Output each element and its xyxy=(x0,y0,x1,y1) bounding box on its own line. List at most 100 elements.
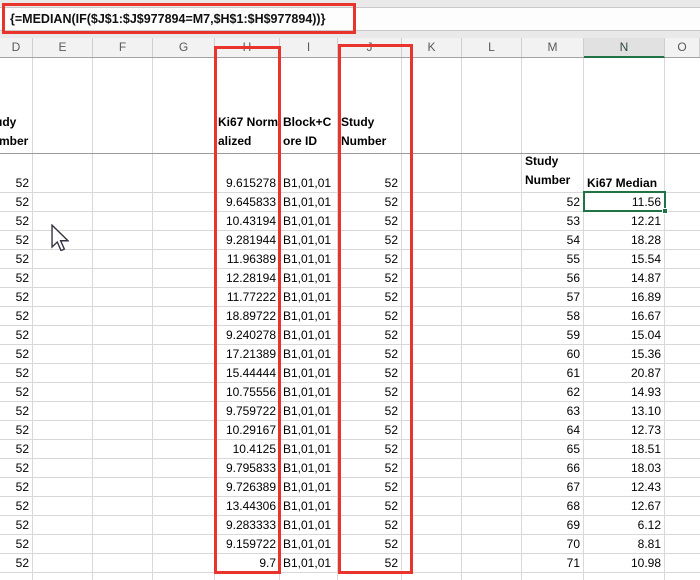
cell-ki67-median[interactable]: 12.67 xyxy=(584,496,665,515)
cell-right-study-number[interactable]: 56 xyxy=(522,268,584,287)
excel-spreadsheet-window: {=MEDIAN(IF($J$1:$J$977894=M7,$H$1:$H$97… xyxy=(0,0,700,580)
cell-right-study-number[interactable]: 58 xyxy=(522,306,584,325)
cell-right-study-number[interactable]: 61 xyxy=(522,363,584,382)
cell-block-core-id[interactable]: B1,01,01 xyxy=(280,477,338,496)
cell-block-core-id[interactable]: B1,01,01 xyxy=(280,439,338,458)
fill-handle[interactable] xyxy=(662,208,668,214)
cell-block-core-id[interactable]: B1,01,01 xyxy=(280,515,338,534)
cell-study-number[interactable]: 52 xyxy=(0,534,33,553)
cell-study-number[interactable]: 52 xyxy=(0,420,33,439)
cell-right-study-number[interactable]: 70 xyxy=(522,534,584,553)
column-header-O[interactable]: O xyxy=(665,38,700,57)
cell-study-number[interactable]: 52 xyxy=(0,249,33,268)
cell-ki67-median[interactable]: 12.43 xyxy=(584,477,665,496)
cell-block-core-id[interactable]: B1,01,01 xyxy=(280,325,338,344)
cell-block-core-id[interactable]: B1,01,01 xyxy=(280,534,338,553)
cell-ki67-median[interactable]: 18.51 xyxy=(584,439,665,458)
cell-study-number[interactable]: 52 xyxy=(0,477,33,496)
cell-ki67-median[interactable]: 14.93 xyxy=(584,382,665,401)
cell-ki67-median[interactable]: 16.89 xyxy=(584,287,665,306)
cell-study-number[interactable]: 52 xyxy=(0,496,33,515)
cell-study-number[interactable]: 52 xyxy=(0,401,33,420)
cell-study-number[interactable]: 52 xyxy=(0,553,33,572)
cell-study-number[interactable]: 52 xyxy=(0,192,33,211)
header-block-core-id[interactable]: Block+Core ID xyxy=(280,58,338,153)
cell-study-number[interactable]: 52 xyxy=(0,230,33,249)
cell-ki67-median[interactable]: 18.28 xyxy=(584,230,665,249)
header-ki67-median[interactable]: Ki67 Median xyxy=(584,153,665,192)
cell-block-core-id[interactable]: B1,01,01 xyxy=(280,553,338,572)
cell-right-study-number[interactable]: 67 xyxy=(522,477,584,496)
cell-ki67-median[interactable]: 10.98 xyxy=(584,553,665,572)
cell-study-number[interactable]: 52 xyxy=(0,153,33,192)
cell-study-number[interactable]: 52 xyxy=(0,306,33,325)
cell-block-core-id[interactable]: B1,01,01 xyxy=(280,153,338,192)
cell-right-study-number[interactable]: 63 xyxy=(522,401,584,420)
header-study-number-m[interactable]: Study Number xyxy=(522,153,584,192)
cell-right-study-number[interactable]: 71 xyxy=(522,553,584,572)
cell-block-core-id[interactable]: B1,01,01 xyxy=(280,287,338,306)
cell-right-study-number[interactable]: 62 xyxy=(522,382,584,401)
cell-right-study-number[interactable]: 65 xyxy=(522,439,584,458)
mouse-cursor xyxy=(51,224,69,251)
cell-ki67-median[interactable]: 15.04 xyxy=(584,325,665,344)
cell-right-study-number[interactable]: 69 xyxy=(522,515,584,534)
annotation-formula-box xyxy=(2,3,356,34)
cell-block-core-id[interactable]: B1,01,01 xyxy=(280,211,338,230)
column-header-N[interactable]: N xyxy=(584,38,665,58)
cell-ki67-median[interactable]: 12.21 xyxy=(584,211,665,230)
cell-right-study-number[interactable]: 64 xyxy=(522,420,584,439)
cell-block-core-id[interactable]: B1,01,01 xyxy=(280,192,338,211)
cell-block-core-id[interactable]: B1,01,01 xyxy=(280,230,338,249)
cell-right-study-number[interactable]: 66 xyxy=(522,458,584,477)
cell-study-number[interactable]: 52 xyxy=(0,439,33,458)
cell-right-study-number[interactable]: 52 xyxy=(522,192,584,211)
annotation-column-h-box xyxy=(214,46,281,574)
cell-ki67-median[interactable]: 14.87 xyxy=(584,268,665,287)
cell-ki67-median[interactable]: 15.54 xyxy=(584,249,665,268)
column-header-M[interactable]: M xyxy=(522,38,584,57)
column-header-F[interactable]: F xyxy=(93,38,153,57)
cell-right-study-number[interactable]: 60 xyxy=(522,344,584,363)
cell-study-number[interactable]: 52 xyxy=(0,268,33,287)
cell-ki67-median[interactable]: 12.73 xyxy=(584,420,665,439)
cell-right-study-number[interactable]: 55 xyxy=(522,249,584,268)
cell-ki67-median[interactable]: 15.36 xyxy=(584,344,665,363)
cell-block-core-id[interactable]: B1,01,01 xyxy=(280,420,338,439)
cell-right-study-number[interactable]: 53 xyxy=(522,211,584,230)
cell-right-study-number[interactable]: 68 xyxy=(522,496,584,515)
cell-study-number[interactable]: 52 xyxy=(0,211,33,230)
cell-ki67-median[interactable]: 8.81 xyxy=(584,534,665,553)
cell-block-core-id[interactable]: B1,01,01 xyxy=(280,401,338,420)
cell-right-study-number[interactable]: 57 xyxy=(522,287,584,306)
column-header-E[interactable]: E xyxy=(33,38,93,57)
cell-block-core-id[interactable]: B1,01,01 xyxy=(280,363,338,382)
cell-block-core-id[interactable]: B1,01,01 xyxy=(280,496,338,515)
column-header-G[interactable]: G xyxy=(153,38,215,57)
cell-study-number[interactable]: 52 xyxy=(0,287,33,306)
column-header-D[interactable]: D xyxy=(0,38,33,57)
cell-study-number[interactable]: 52 xyxy=(0,325,33,344)
cell-ki67-median[interactable]: 18.03 xyxy=(584,458,665,477)
active-cell-border[interactable] xyxy=(583,191,666,212)
cell-right-study-number[interactable]: 59 xyxy=(522,325,584,344)
cell-block-core-id[interactable]: B1,01,01 xyxy=(280,458,338,477)
cell-block-core-id[interactable]: B1,01,01 xyxy=(280,249,338,268)
cell-study-number[interactable]: 52 xyxy=(0,363,33,382)
cell-right-study-number[interactable]: 54 xyxy=(522,230,584,249)
cell-ki67-median[interactable]: 6.12 xyxy=(584,515,665,534)
cell-block-core-id[interactable]: B1,01,01 xyxy=(280,382,338,401)
cell-ki67-median[interactable]: 16.67 xyxy=(584,306,665,325)
cell-study-number[interactable]: 52 xyxy=(0,458,33,477)
cell-ki67-median[interactable]: 13.10 xyxy=(584,401,665,420)
column-header-L[interactable]: L xyxy=(462,38,522,57)
cell-ki67-median[interactable]: 20.87 xyxy=(584,363,665,382)
column-header-I[interactable]: I xyxy=(280,38,338,57)
cell-block-core-id[interactable]: B1,01,01 xyxy=(280,306,338,325)
cell-block-core-id[interactable]: B1,01,01 xyxy=(280,268,338,287)
header-study-number-d[interactable]: Study Number xyxy=(0,58,32,153)
cell-study-number[interactable]: 52 xyxy=(0,382,33,401)
cell-study-number[interactable]: 52 xyxy=(0,344,33,363)
cell-study-number[interactable]: 52 xyxy=(0,515,33,534)
cell-block-core-id[interactable]: B1,01,01 xyxy=(280,344,338,363)
